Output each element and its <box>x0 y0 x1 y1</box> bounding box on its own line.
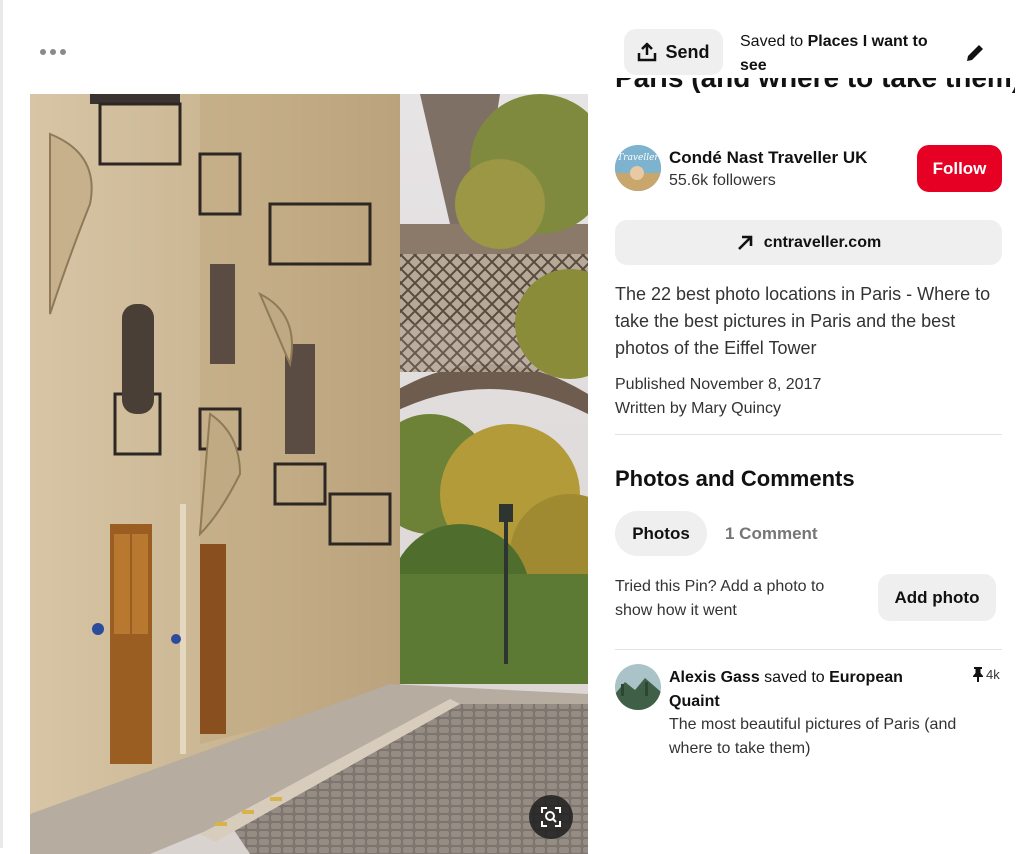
saver-line: Alexis Gass saved to European Quaint <box>669 666 929 714</box>
avatar-text: Traveller <box>617 153 659 163</box>
edit-pin-button[interactable] <box>957 35 993 71</box>
divider <box>615 649 1002 650</box>
pencil-icon <box>967 45 983 61</box>
divider <box>615 434 1002 435</box>
creator-avatar-image: Traveller <box>615 145 661 191</box>
saved-prefix: Saved to <box>740 33 808 50</box>
source-link-label: cntraveller.com <box>763 233 882 251</box>
more-icon-dot <box>40 49 46 55</box>
send-button[interactable]: Send <box>624 29 723 75</box>
tab-photos[interactable]: Photos <box>615 511 707 556</box>
more-icon-dot <box>50 49 56 55</box>
pin-description: The 22 best photo locations in Paris - W… <box>615 284 991 358</box>
left-edge <box>0 0 3 848</box>
visual-search-button[interactable] <box>529 795 573 839</box>
share-icon <box>638 42 657 62</box>
saver-avatar-image <box>615 664 661 710</box>
saver-pin-text: The most beautiful pictures of Paris (an… <box>669 716 957 757</box>
save-count: 4k <box>972 666 1000 682</box>
published-date: Published November 8, 2017 <box>615 376 822 393</box>
pin-image[interactable] <box>30 94 588 854</box>
more-icon-dot <box>60 49 66 55</box>
creator-name[interactable]: Condé Nast Traveller UK <box>669 148 867 168</box>
tried-pin-prompt: Tried this Pin? Add a photo to show how … <box>615 578 825 619</box>
pin-title: Paris (and where to take them) <box>615 78 1015 94</box>
paris-street-illustration <box>30 94 588 854</box>
author-line: Written by Mary Quincy <box>615 400 781 417</box>
add-photo-button[interactable]: Add photo <box>878 574 996 621</box>
pin-title-clip: Paris (and where to take them) <box>615 78 1015 98</box>
follow-button[interactable]: Follow <box>917 145 1002 192</box>
creator-followers: 55.6k followers <box>669 172 776 189</box>
send-label: Send <box>665 41 710 62</box>
pin-icon <box>973 667 983 682</box>
arrow-up-right-icon <box>737 235 753 250</box>
lens-icon <box>541 807 561 827</box>
save-count-value: 4k <box>986 666 1000 682</box>
photos-comments-title: Photos and Comments <box>615 466 855 491</box>
saved-to-board[interactable]: Saved to Places I want to see <box>740 30 955 78</box>
creator-avatar[interactable]: Traveller <box>615 145 661 191</box>
saver-avatar[interactable] <box>615 664 661 710</box>
tab-comments[interactable]: 1 Comment <box>725 524 818 544</box>
saver-name[interactable]: Alexis Gass <box>669 669 760 686</box>
saved-verb: saved to <box>759 669 830 686</box>
source-link-button[interactable]: cntraveller.com <box>615 220 1002 265</box>
more-options-button[interactable] <box>38 38 68 66</box>
